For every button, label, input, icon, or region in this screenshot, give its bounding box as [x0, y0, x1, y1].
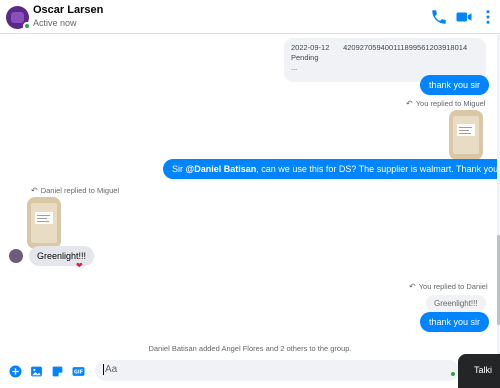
contact-status: Active now [33, 18, 77, 28]
message-thank-you-1[interactable]: thank you sir [420, 75, 490, 95]
mention-link[interactable]: @Daniel Batisan [186, 164, 257, 174]
question-prefix: Sir [172, 164, 186, 174]
order-tracking: 420927059400111899561203918014 [343, 43, 468, 52]
text-caret [103, 364, 104, 375]
reply-indicator-label: You replied to Miguel [415, 99, 486, 108]
heart-reaction-icon[interactable]: ❤ [76, 261, 83, 270]
reply-arrow-icon: ↶ [409, 282, 416, 291]
photo-line [37, 215, 50, 216]
message-input[interactable]: Aa [95, 360, 459, 381]
contact-name[interactable]: Oscar Larsen [33, 4, 103, 16]
reply-indicator-daniel-2: ↶ You replied to Daniel [409, 282, 488, 291]
message-thank-you-2[interactable]: thank you sir [420, 312, 490, 332]
online-indicator [23, 22, 31, 30]
image-icon[interactable] [30, 365, 43, 378]
message-greenlight[interactable]: Greenlight!!! [29, 246, 95, 266]
talking-popup-button[interactable]: Talki [458, 354, 500, 388]
order-date: 2022-09-12 [291, 43, 330, 52]
sender-avatar[interactable] [9, 249, 23, 263]
input-placeholder: Aa [105, 364, 118, 376]
video-icon[interactable] [455, 8, 473, 26]
photo-line [459, 133, 471, 134]
reply-indicator-label: Daniel replied to Miguel [40, 186, 120, 195]
message-question[interactable]: Sir @Daniel Batisan, can we use this for… [163, 159, 500, 179]
photo-line [459, 127, 472, 128]
reply-arrow-icon: ↶ [406, 99, 413, 108]
reply-arrow-icon: ↶ [31, 186, 38, 195]
plus-circle-icon[interactable] [9, 365, 22, 378]
status-dot [451, 372, 455, 376]
quoted-message: Greenlight!!! [426, 295, 486, 312]
more-icon[interactable] [479, 8, 497, 26]
reply-indicator-daniel: ↶ Daniel replied to Miguel [31, 186, 119, 195]
question-text: , can we use this for DS? The supplier i… [256, 164, 499, 174]
quoted-photo-message[interactable] [449, 110, 483, 160]
quoted-photo-message[interactable] [27, 197, 61, 249]
avatar-image [11, 12, 24, 23]
photo-line [37, 221, 49, 222]
order-more: ... [291, 63, 298, 72]
system-message: Daniel Batisan added Angel Flores and 2 … [148, 344, 352, 353]
svg-text:GIF: GIF [74, 370, 83, 376]
gif-icon[interactable]: GIF [72, 365, 85, 378]
reply-indicator-label: You replied to Daniel [418, 282, 488, 291]
photo-line [37, 218, 47, 219]
phone-icon[interactable] [430, 8, 448, 26]
chat-header: Oscar Larsen Active now [0, 0, 500, 34]
message-thread[interactable]: 2022-09-12 42092705940011189956120391801… [0, 35, 500, 357]
talking-label: Talki [474, 365, 493, 375]
photo-line [459, 130, 469, 131]
reply-indicator-miguel: ↶ You replied to Miguel [406, 99, 485, 108]
order-status: Pending [291, 53, 319, 62]
sticker-icon[interactable] [51, 365, 64, 378]
